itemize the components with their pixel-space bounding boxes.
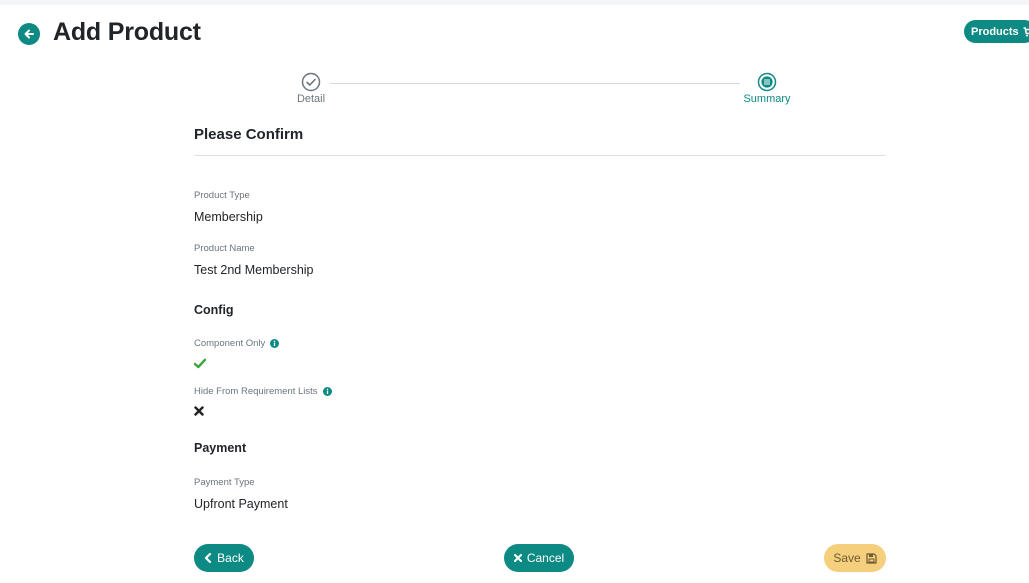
check-icon <box>194 358 206 369</box>
cancel-button[interactable]: Cancel <box>504 544 574 572</box>
save-button-label: Save <box>833 551 861 565</box>
product-type-value: Membership <box>194 210 263 224</box>
chevron-left-icon <box>205 553 212 563</box>
step-detail-label: Detail <box>296 93 326 105</box>
payment-heading: Payment <box>194 441 247 455</box>
cancel-button-label: Cancel <box>526 551 565 565</box>
page-title: Add Product <box>53 18 201 46</box>
arrow-left-icon <box>24 29 34 39</box>
payment-type-label: Payment Type <box>194 477 255 488</box>
save-button[interactable]: Save <box>824 544 886 572</box>
cart-icon <box>1023 26 1029 37</box>
confirm-heading: Please Confirm <box>194 126 304 143</box>
product-name-label: Product Name <box>194 243 255 254</box>
hide-from-requirement-lists-label: Hide From Requirement Lists <box>194 386 332 397</box>
step-summary-label: Summary <box>743 93 791 105</box>
product-type-label: Product Type <box>194 190 250 201</box>
step-summary[interactable]: Summary <box>727 72 807 105</box>
config-heading: Config <box>194 303 234 317</box>
payment-type-value: Upfront Payment <box>194 497 288 511</box>
x-icon <box>194 406 204 416</box>
divider <box>194 155 886 156</box>
back-arrow-button[interactable] <box>18 23 40 45</box>
page-background <box>0 0 1029 583</box>
info-icon[interactable] <box>270 339 280 348</box>
check-circle-icon <box>301 72 321 92</box>
products-button[interactable]: Products <box>964 20 1029 43</box>
list-circle-icon <box>757 72 777 92</box>
info-icon[interactable] <box>322 387 332 396</box>
close-icon <box>513 554 522 562</box>
step-detail[interactable]: Detail <box>271 72 351 105</box>
back-button[interactable]: Back <box>194 544 254 572</box>
component-only-label: Component Only <box>194 338 280 349</box>
product-name-value: Test 2nd Membership <box>194 263 314 277</box>
floppy-disk-icon <box>866 552 877 564</box>
back-button-label: Back <box>217 551 244 565</box>
stepper-connector <box>330 83 740 84</box>
products-button-label: Products <box>971 25 1019 38</box>
